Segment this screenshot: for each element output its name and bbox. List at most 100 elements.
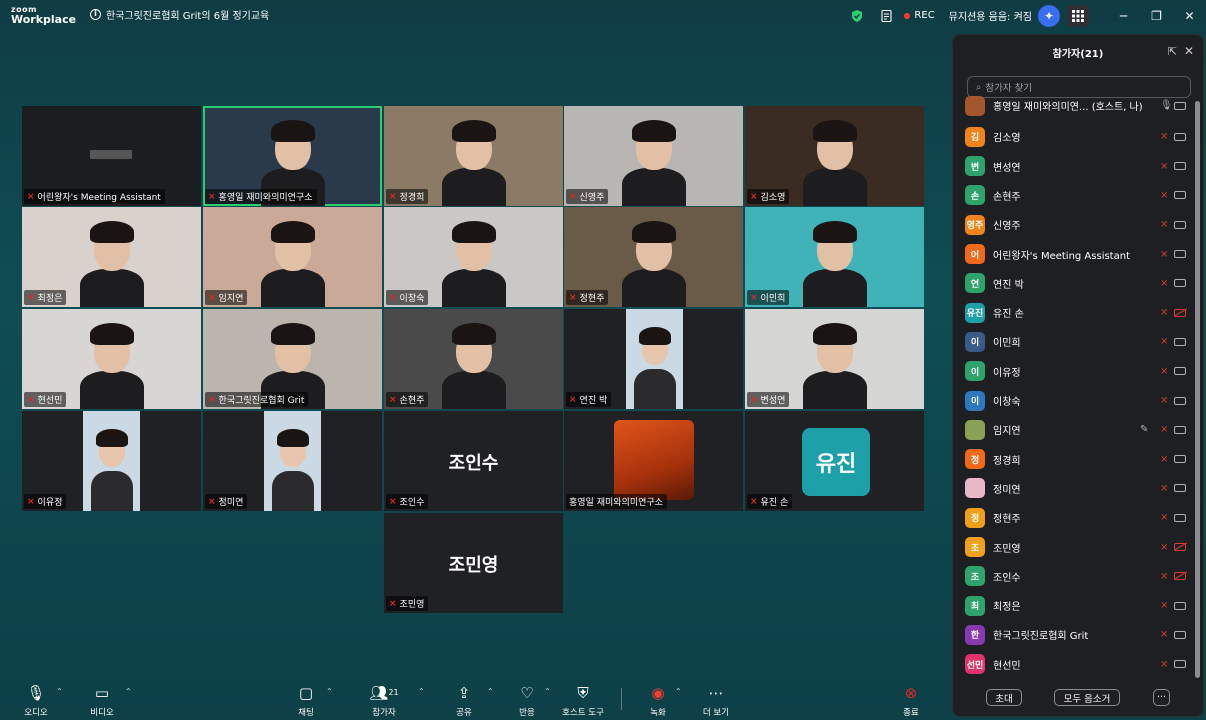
mic-muted-icon[interactable]: ⨯: [1160, 366, 1168, 377]
record-options-chevron-icon[interactable]: ⌃: [675, 687, 682, 696]
video-tile[interactable]: ⨯ 정현주: [564, 207, 743, 307]
participant-row[interactable]: 손 손현주 ⨯: [953, 181, 1197, 210]
video-tile[interactable]: ⨯ 현선민: [22, 309, 201, 409]
participant-row[interactable]: 김 김소영 ⨯: [953, 122, 1197, 151]
camera-icon[interactable]: [1174, 101, 1186, 110]
video-tile[interactable]: 조인수 ⨯ 조인수: [384, 411, 563, 511]
close-window-button[interactable]: ✕: [1173, 0, 1206, 31]
panel-close-icon[interactable]: ✕: [1184, 44, 1194, 58]
video-tile[interactable]: ⨯ 한국그릿진로협회 Grit: [203, 309, 382, 409]
participant-row[interactable]: 정 정경희 ⨯: [953, 445, 1197, 474]
share-options-chevron-icon[interactable]: ⌃: [487, 687, 494, 696]
mic-muted-icon[interactable]: ⨯: [1160, 190, 1168, 201]
meeting-info[interactable]: i 한국그릿진로협회 Grit의 6월 정기교육: [90, 7, 269, 22]
video-tile[interactable]: ⨯ 변성연: [745, 309, 924, 409]
mic-muted-icon[interactable]: ⨯: [1160, 512, 1168, 523]
participants-options-chevron-icon[interactable]: ⌃: [418, 687, 425, 696]
mic-muted-icon[interactable]: ⨯: [1160, 249, 1168, 260]
video-tile[interactable]: ⨯ 손현주: [384, 309, 563, 409]
camera-off-icon[interactable]: [1174, 308, 1186, 317]
video-tile[interactable]: ⨯ 이민희: [745, 207, 924, 307]
mic-muted-icon[interactable]: ⨯: [1160, 219, 1168, 230]
mic-muted-icon[interactable]: ⨯: [1160, 629, 1168, 640]
participant-row[interactable]: 변 변성연 ⨯: [953, 152, 1197, 181]
mic-muted-icon[interactable]: ⨯: [1160, 307, 1168, 318]
participant-row[interactable]: 조 조인수 ⨯: [953, 562, 1197, 591]
mic-muted-icon[interactable]: ⨯: [1160, 131, 1168, 142]
camera-icon[interactable]: [1174, 484, 1186, 493]
mic-muted-icon[interactable]: ⨯: [1160, 161, 1168, 172]
participant-row[interactable]: 유진 유진 손 ⨯: [953, 298, 1197, 327]
mic-muted-icon[interactable]: ⨯: [1160, 659, 1168, 670]
audio-button[interactable]: 🎙︎ 오디오: [12, 678, 60, 720]
participant-list-scrollbar[interactable]: [1195, 101, 1200, 678]
react-options-chevron-icon[interactable]: ⌃: [544, 687, 551, 696]
edit-pencil-icon[interactable]: ✎: [1140, 424, 1148, 435]
musician-audio-status[interactable]: 뮤지션용 음음: 켜짐: [949, 8, 1032, 23]
more-button[interactable]: ⋯ 더 보기: [692, 678, 740, 720]
video-tile[interactable]: ⨯ 이창숙: [384, 207, 563, 307]
camera-icon[interactable]: [1174, 660, 1186, 669]
participant-row[interactable]: 선민 현선민 ⨯: [953, 650, 1197, 679]
ai-companion-button[interactable]: ✦: [1038, 4, 1060, 27]
notes-icon[interactable]: [880, 9, 894, 23]
participant-row[interactable]: 홍영일 재미와의미연... (호스트, 나) 🎙︎: [953, 91, 1197, 120]
camera-icon[interactable]: [1174, 630, 1186, 639]
mic-muted-icon[interactable]: ⨯: [1160, 542, 1168, 553]
reactions-button[interactable]: ♡ 반응: [503, 678, 551, 720]
camera-icon[interactable]: [1174, 191, 1186, 200]
camera-icon[interactable]: [1174, 425, 1186, 434]
camera-icon[interactable]: [1174, 220, 1186, 229]
camera-icon[interactable]: [1174, 513, 1186, 522]
restore-button[interactable]: ❐: [1140, 0, 1173, 31]
end-meeting-button[interactable]: ⊗ 종료: [887, 678, 935, 720]
video-tile[interactable]: ⨯ 이유정: [22, 411, 201, 511]
participant-row[interactable]: 영주 신영주 ⨯: [953, 210, 1197, 239]
camera-off-icon[interactable]: [1174, 572, 1186, 581]
video-tile[interactable]: ⨯ 임지연: [203, 207, 382, 307]
info-icon[interactable]: i: [90, 9, 101, 20]
video-tile[interactable]: 유진 ⨯ 유진 손: [745, 411, 924, 511]
camera-icon[interactable]: [1174, 367, 1186, 376]
video-tile[interactable]: ⨯ 홍영일 재미와의미연구소: [203, 106, 382, 206]
mic-muted-icon[interactable]: ⨯: [1160, 483, 1168, 494]
participant-row[interactable]: 어 어린왕자's Meeting Assistant ⨯: [953, 240, 1197, 269]
participants-button[interactable]: 👥︎21 참가자: [360, 678, 408, 720]
video-tile[interactable]: ⨯ 정미연: [203, 411, 382, 511]
camera-icon[interactable]: [1174, 132, 1186, 141]
camera-icon[interactable]: [1174, 279, 1186, 288]
camera-icon[interactable]: [1174, 337, 1186, 346]
video-tile[interactable]: ⨯ 신영주: [564, 106, 743, 206]
camera-icon[interactable]: [1174, 455, 1186, 464]
participant-row[interactable]: 이 이유정 ⨯: [953, 357, 1197, 386]
popout-icon[interactable]: ⇱: [1168, 45, 1177, 58]
chat-button[interactable]: ▢ 채팅: [282, 678, 330, 720]
camera-off-icon[interactable]: [1174, 543, 1186, 551]
invite-button[interactable]: 초대: [986, 689, 1022, 706]
apps-button[interactable]: [1067, 4, 1089, 27]
video-tile[interactable]: 홍영일 재미와의미연구소: [564, 411, 743, 511]
host-tools-button[interactable]: ⛨ 호스트 도구: [559, 678, 607, 720]
participant-row[interactable]: 임지연 ✎ ⨯: [953, 415, 1197, 444]
camera-icon[interactable]: [1174, 396, 1186, 405]
share-button[interactable]: ⇪ 공유: [440, 678, 488, 720]
video-tile[interactable]: ⨯ 김소영: [745, 106, 924, 206]
security-shield-icon[interactable]: [850, 9, 864, 23]
participant-row[interactable]: 정미연 ⨯: [953, 474, 1197, 503]
video-tile[interactable]: ⨯ 최정은: [22, 207, 201, 307]
participant-row[interactable]: 이 이민희 ⨯: [953, 327, 1197, 356]
mic-muted-icon[interactable]: ⨯: [1160, 395, 1168, 406]
video-tile[interactable]: ⨯ 연진 박: [564, 309, 743, 409]
video-button[interactable]: ▭ 비디오: [78, 678, 126, 720]
camera-icon[interactable]: [1174, 250, 1186, 258]
camera-icon[interactable]: [1174, 601, 1186, 610]
minimize-button[interactable]: ─: [1107, 0, 1140, 31]
video-tile[interactable]: 조민영 ⨯ 조민영: [384, 513, 563, 613]
participant-row[interactable]: 이 이창숙 ⨯: [953, 386, 1197, 415]
camera-icon[interactable]: [1174, 162, 1186, 171]
mic-muted-icon[interactable]: ⨯: [1160, 571, 1168, 582]
video-tile[interactable]: ⨯ 어린왕자's Meeting Assistant: [22, 106, 201, 206]
record-button[interactable]: ◉ 녹화: [634, 678, 682, 720]
audio-options-chevron-icon[interactable]: ⌃: [56, 687, 63, 696]
participant-row[interactable]: 한 한국그릿진로협회 Grit ⨯: [953, 620, 1197, 649]
